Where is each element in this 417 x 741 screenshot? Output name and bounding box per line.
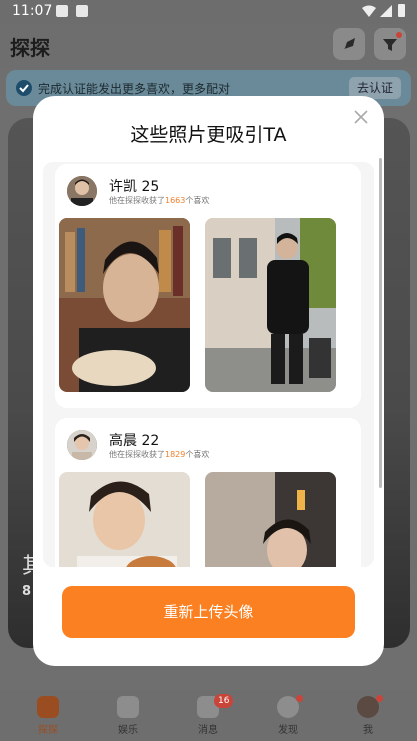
verified-check-icon: [16, 80, 32, 96]
user-age: 22: [141, 433, 160, 449]
nav-label: 探探: [38, 725, 58, 736]
scrollbar[interactable]: [379, 158, 382, 488]
photo-portrait-light: [59, 472, 190, 567]
user-name: 许凯: [109, 179, 137, 195]
user-like-summary: 他在探探收获了1663个喜欢: [109, 195, 209, 206]
user-avatar-image: [67, 430, 97, 460]
notification-icon: [56, 5, 68, 17]
user-avatar-image: [67, 176, 97, 206]
boost-button[interactable]: [333, 28, 365, 60]
tv-icon: [117, 696, 139, 718]
battery-icon: [398, 4, 405, 17]
status-time: 11:07: [12, 3, 53, 19]
signal-icon: [380, 5, 392, 17]
nav-label: 我: [363, 725, 373, 736]
user-age: 25: [141, 179, 160, 195]
user-card: 许凯 25 他在探探收获了1663个喜欢: [55, 164, 361, 408]
banner-text: 完成认证能发出更多喜欢，更多配对: [38, 82, 231, 96]
photo-suggestion-modal: 这些照片更吸引TA 许凯 25 他在探探收获了1663个喜欢 高晨 22 他在探…: [33, 96, 384, 666]
user-name-age: 许凯 25: [109, 176, 159, 196]
filter-icon: [383, 32, 402, 51]
close-icon[interactable]: [352, 108, 370, 126]
nav-label: 娱乐: [118, 725, 138, 736]
user-card-list[interactable]: 许凯 25 他在探探收获了1663个喜欢 高晨 22 他在探探收获了1829个喜…: [43, 162, 374, 567]
app-title: 探探: [10, 36, 50, 60]
like-summary-suffix: 个喜欢: [185, 450, 210, 459]
message-count-badge: 16: [214, 694, 234, 708]
nav-entertainment[interactable]: 娱乐: [98, 696, 158, 736]
user-photo[interactable]: [205, 472, 336, 567]
nav-label: 发现: [278, 725, 298, 736]
nav-me[interactable]: 我: [338, 695, 398, 736]
nav-messages[interactable]: 16 消息: [178, 694, 238, 736]
like-summary-prefix: 他在探探收获了: [109, 450, 165, 459]
app-bar: 探探: [0, 24, 417, 68]
user-like-summary: 他在探探收获了1829个喜欢: [109, 449, 209, 460]
user-avatar: [67, 176, 97, 206]
like-summary-prefix: 他在探探收获了: [109, 196, 165, 205]
like-count: 1829: [165, 450, 186, 459]
profile-info-partial: 8: [22, 584, 32, 599]
user-avatar: [67, 430, 97, 460]
filter-button[interactable]: [374, 28, 406, 60]
user-name: 高晨: [109, 433, 137, 449]
user-card: 高晨 22 他在探探收获了1829个喜欢: [55, 418, 361, 567]
reupload-avatar-button[interactable]: 重新上传头像: [62, 586, 355, 638]
photo-portrait-dark: [205, 472, 336, 567]
nav-discover[interactable]: 发现: [258, 695, 318, 736]
modal-title: 这些照片更吸引TA: [130, 124, 287, 146]
rocket-icon: [344, 38, 355, 49]
tantan-icon: [37, 696, 59, 718]
app-notification-icon: [76, 5, 88, 17]
me-dot: [376, 695, 383, 702]
status-bar: 11:07: [0, 0, 417, 24]
discover-dot: [296, 695, 303, 702]
user-photo[interactable]: [59, 472, 190, 567]
like-summary-suffix: 个喜欢: [185, 196, 210, 205]
photo-reading-book: [59, 218, 190, 392]
user-photo[interactable]: [59, 218, 190, 392]
like-count: 1663: [165, 196, 186, 205]
user-name-age: 高晨 22: [109, 430, 159, 450]
nav-tantan[interactable]: 探探: [18, 696, 78, 736]
wifi-icon: [362, 5, 376, 17]
bottom-nav: 探探 娱乐 16 消息 发现 我: [0, 690, 417, 741]
user-photo[interactable]: [205, 218, 336, 392]
nav-label: 消息: [198, 725, 218, 736]
photo-street: [205, 218, 336, 392]
